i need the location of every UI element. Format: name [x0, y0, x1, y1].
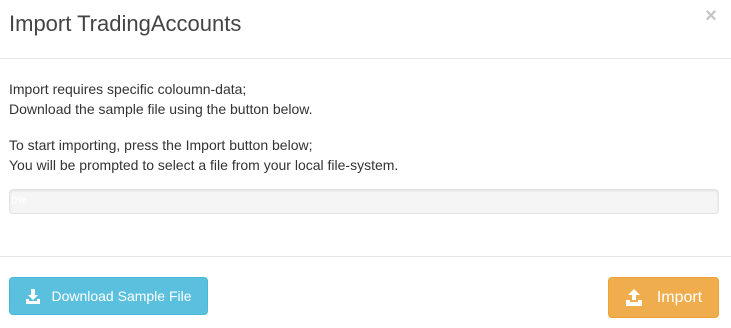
modal-header: Import TradingAccounts ×	[0, 0, 731, 59]
close-button[interactable]: ×	[703, 6, 719, 26]
import-button[interactable]: Import	[608, 277, 719, 318]
download-sample-button[interactable]: Download Sample File	[9, 277, 208, 315]
import-modal: Import TradingAccounts × Import requires…	[0, 0, 731, 328]
modal-footer: Download Sample File Import	[0, 257, 731, 327]
instruction-line: Download the sample file using the butto…	[9, 101, 313, 117]
instructions-paragraph-1: Import requires specific coloumn-data; D…	[9, 79, 313, 119]
progress-label: 0%	[11, 195, 27, 207]
download-icon	[25, 288, 41, 304]
instruction-line: You will be prompted to select a file fr…	[9, 157, 399, 173]
instructions-paragraph-2: To start importing, press the Import but…	[9, 135, 398, 175]
instruction-line: Import requires specific coloumn-data;	[9, 81, 247, 97]
instruction-line: To start importing, press the Import but…	[9, 137, 313, 153]
modal-body: Import requires specific coloumn-data; D…	[0, 59, 731, 257]
upload-icon	[625, 289, 643, 306]
import-progress-bar: 0%	[9, 189, 719, 214]
download-sample-label: Download Sample File	[51, 288, 192, 304]
import-label: Import	[656, 288, 703, 306]
modal-title: Import TradingAccounts	[9, 11, 242, 36]
